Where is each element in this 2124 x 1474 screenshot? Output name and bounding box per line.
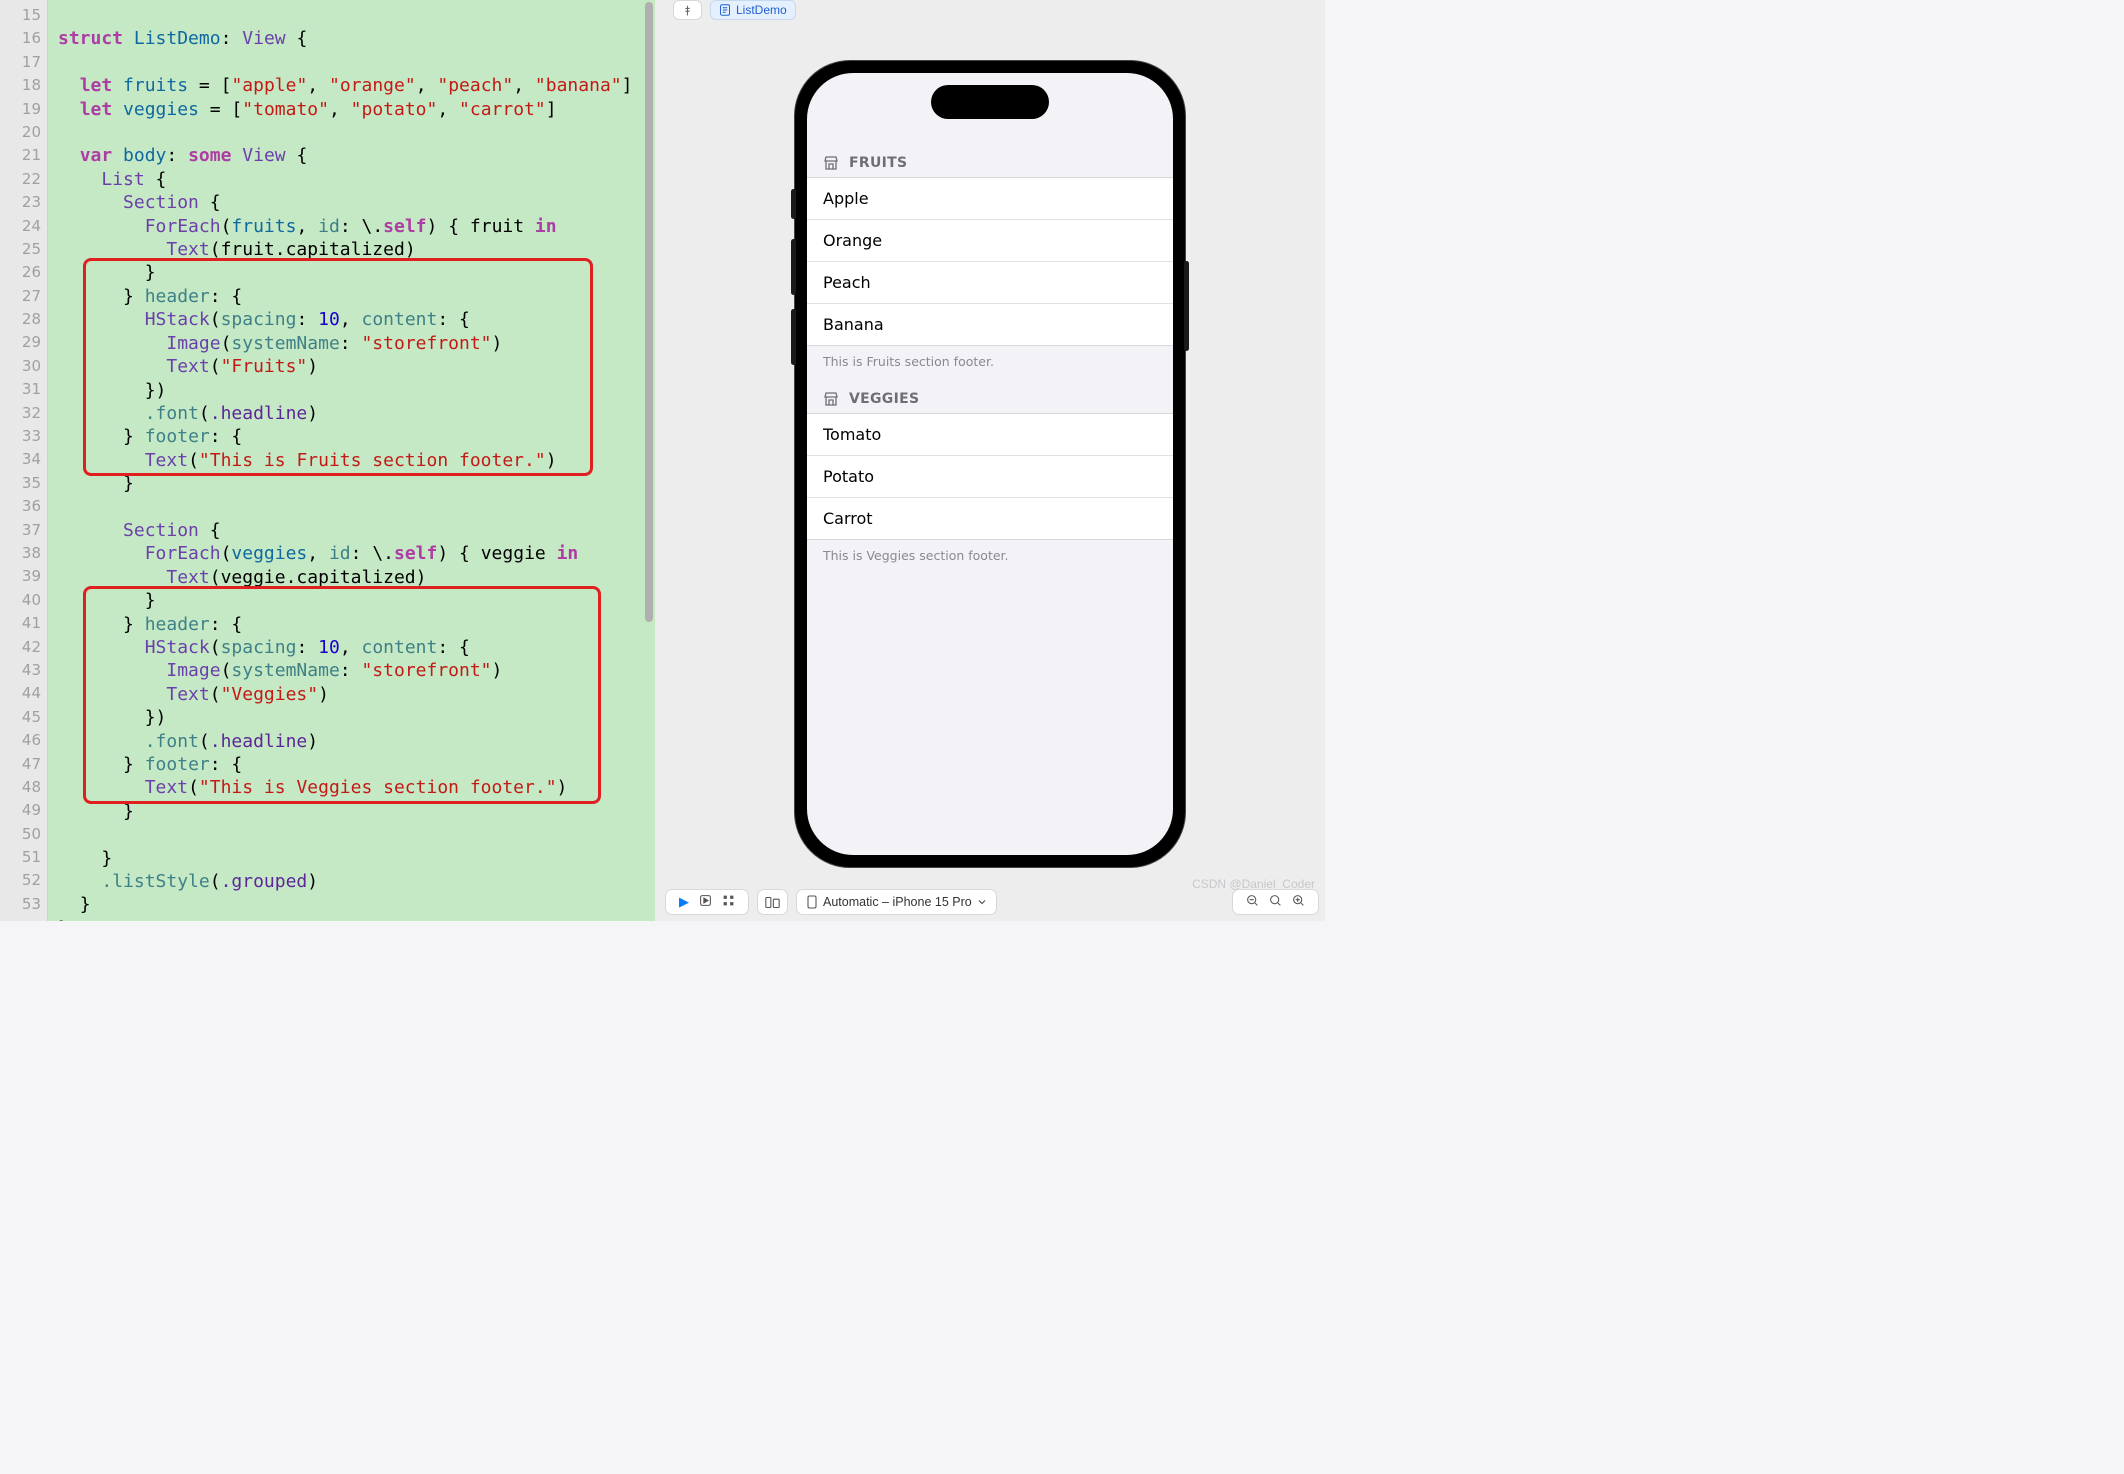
code-editor-pane: 1516171819202122232425262728293031323334… (0, 0, 655, 921)
table-row[interactable]: Peach (807, 262, 1173, 304)
pin-icon (682, 5, 693, 16)
line-number[interactable]: 19 (0, 98, 41, 121)
breadcrumb-file[interactable]: ListDemo (710, 0, 796, 20)
line-number[interactable]: 29 (0, 331, 41, 354)
device-selector[interactable]: Automatic – iPhone 15 Pro (796, 889, 997, 915)
preview-toolbar: ▶ Automatic – iPhone 15 Pro (665, 887, 1319, 917)
list-view[interactable]: FRUITS Apple Orange Peach Banana This is… (807, 73, 1173, 579)
zoom-out-button[interactable] (1241, 894, 1264, 910)
line-number[interactable]: 20 (0, 121, 41, 144)
line-number[interactable]: 39 (0, 565, 41, 588)
line-number[interactable]: 17 (0, 51, 41, 74)
line-number[interactable]: 51 (0, 846, 41, 869)
line-number[interactable]: 50 (0, 823, 41, 846)
line-number[interactable]: 34 (0, 448, 41, 471)
phone-button-volup (791, 239, 796, 295)
variants-icon (765, 896, 780, 909)
selectable-button[interactable] (717, 894, 740, 910)
preview-pane: ListDemo FRUITS Apple Orange (655, 0, 1325, 921)
code-area[interactable]: struct ListDemo: View { let fruits = ["a… (48, 0, 655, 921)
line-number[interactable]: 32 (0, 402, 41, 425)
phone-button-power (1184, 261, 1189, 351)
line-number[interactable]: 27 (0, 285, 41, 308)
line-number[interactable]: 53 (0, 893, 41, 916)
table-row[interactable]: Potato (807, 456, 1173, 498)
grid-icon (722, 894, 735, 907)
play-button[interactable]: ▶ (674, 894, 694, 910)
line-number[interactable]: 48 (0, 776, 41, 799)
live-icon (699, 894, 712, 907)
section-header-label: VEGGIES (849, 391, 919, 407)
section-rows-fruits: Apple Orange Peach Banana (807, 177, 1173, 346)
variants-button[interactable] (757, 889, 788, 915)
line-number[interactable]: 26 (0, 261, 41, 284)
line-number[interactable]: 43 (0, 659, 41, 682)
line-number[interactable]: 28 (0, 308, 41, 331)
line-number[interactable]: 44 (0, 682, 41, 705)
line-number[interactable]: 38 (0, 542, 41, 565)
line-number[interactable]: 24 (0, 215, 41, 238)
section-header-label: FRUITS (849, 155, 907, 171)
pin-button[interactable] (673, 0, 702, 20)
phone-button-silence (791, 189, 796, 219)
storefront-icon (823, 391, 839, 407)
line-number[interactable]: 22 (0, 168, 41, 191)
section-header-fruits: FRUITS (807, 149, 1173, 177)
device-label: Automatic – iPhone 15 Pro (823, 895, 972, 909)
zoom-in-icon (1292, 894, 1305, 907)
section-footer-veggies: This is Veggies section footer. (807, 540, 1173, 579)
line-number[interactable]: 16 (0, 27, 41, 50)
chevron-down-icon (978, 898, 986, 906)
line-number[interactable]: 37 (0, 519, 41, 542)
line-number[interactable]: 25 (0, 238, 41, 261)
line-number[interactable]: 33 (0, 425, 41, 448)
dynamic-island (931, 85, 1049, 119)
storefront-icon (823, 155, 839, 171)
preview-breadcrumb-bar: ListDemo (655, 0, 1325, 20)
line-number[interactable]: 23 (0, 191, 41, 214)
line-number[interactable]: 47 (0, 753, 41, 776)
line-number[interactable]: 45 (0, 706, 41, 729)
line-number[interactable]: 40 (0, 589, 41, 612)
line-number[interactable]: 31 (0, 378, 41, 401)
line-number[interactable]: 41 (0, 612, 41, 635)
zoom-controls-group (1232, 889, 1319, 915)
line-number[interactable]: 18 (0, 74, 41, 97)
device-canvas[interactable]: FRUITS Apple Orange Peach Banana This is… (655, 20, 1325, 921)
swift-file-icon (719, 4, 731, 16)
line-number[interactable]: 15 (0, 4, 41, 27)
iphone-screen: FRUITS Apple Orange Peach Banana This is… (807, 73, 1173, 855)
table-row[interactable]: Carrot (807, 498, 1173, 539)
line-number[interactable]: 52 (0, 869, 41, 892)
editor-scrollbar[interactable] (645, 2, 653, 622)
line-number[interactable]: 21 (0, 144, 41, 167)
table-row[interactable]: Banana (807, 304, 1173, 345)
line-number-gutter[interactable]: 1516171819202122232425262728293031323334… (0, 0, 48, 921)
line-number[interactable]: 46 (0, 729, 41, 752)
section-rows-veggies: Tomato Potato Carrot (807, 413, 1173, 540)
iphone-frame: FRUITS Apple Orange Peach Banana This is… (794, 60, 1186, 868)
breadcrumb-label: ListDemo (736, 3, 787, 17)
table-row[interactable]: Apple (807, 178, 1173, 220)
zoom-out-icon (1246, 894, 1259, 907)
preview-controls-group: ▶ (665, 889, 749, 915)
zoom-fit-button[interactable] (1264, 894, 1287, 910)
line-number[interactable]: 30 (0, 355, 41, 378)
line-number[interactable]: 35 (0, 472, 41, 495)
line-number[interactable]: 36 (0, 495, 41, 518)
live-button[interactable] (694, 894, 717, 910)
table-row[interactable]: Orange (807, 220, 1173, 262)
iphone-icon (807, 895, 817, 909)
zoom-fit-icon (1269, 894, 1282, 907)
section-header-veggies: VEGGIES (807, 385, 1173, 413)
section-footer-fruits: This is Fruits section footer. (807, 346, 1173, 385)
phone-button-voldown (791, 309, 796, 365)
line-number[interactable]: 49 (0, 799, 41, 822)
zoom-in-button[interactable] (1287, 894, 1310, 910)
table-row[interactable]: Tomato (807, 414, 1173, 456)
line-number[interactable]: 42 (0, 636, 41, 659)
